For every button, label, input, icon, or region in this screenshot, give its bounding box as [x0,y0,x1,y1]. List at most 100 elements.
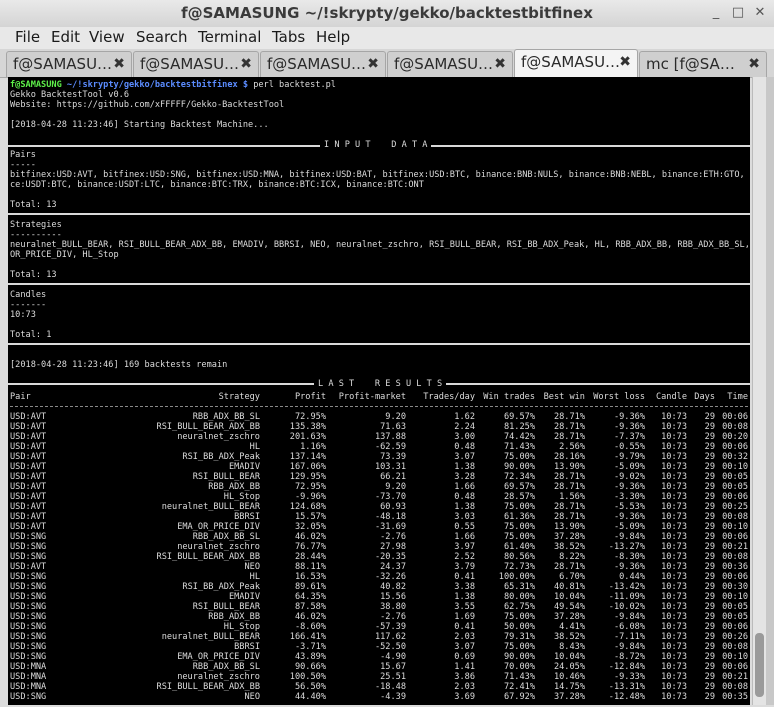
menu-search[interactable]: Search [136,28,188,46]
cell: 81.25% [503,422,535,432]
cell: 75.00% [503,612,535,622]
cell: 37.28% [553,612,585,622]
cell: EMADIV [228,462,260,472]
cell: -32.26 [374,572,406,582]
cell: -4.39 [380,692,406,702]
scrollbar-thumb[interactable] [755,633,764,697]
cell: 10:73 [661,672,687,682]
prompt-line: f@SAMASUNG ~/!skrypty/gekko/backtestbitf… [10,80,336,90]
cell: neuralnet_zschro [177,432,260,442]
output-line: ce:USDT:BTC, binance:USDT:LTC, binance:B… [10,180,424,190]
cell: -7.11% [613,632,645,642]
cell: -8.72% [613,652,645,662]
maximize-button[interactable]: □ [730,5,746,21]
cell: -9.96% [294,492,326,502]
menu-file[interactable]: File [15,28,40,46]
tab-close-icon[interactable]: ✖ [748,56,760,72]
cell: 10:73 [661,502,687,512]
cell: 15.67 [380,662,406,672]
table-row: USD:MNA RBB_ADX_BB_SL 90.66% 15.67 1.41 70.00… [10,662,748,672]
terminal-scrollbar[interactable] [752,77,767,705]
tab-4[interactable]: f@SAMASU… ✖ [387,51,513,77]
cell: 10:73 [661,552,687,562]
cell: 2.56% [559,442,585,452]
menu-help[interactable]: Help [316,28,350,46]
table-row: USD:SNG EMA_OR_PRICE_DIV 43.89% -4.90 0.69 90… [10,652,748,662]
cell: 10:73 [661,542,687,552]
cell: 3.69 [454,692,475,702]
cell: 28.71% [553,482,585,492]
terminal-output[interactable]: f@SAMASUNG ~/!skrypty/gekko/backtestbitf… [8,77,750,705]
cell: 00:08 [722,642,748,652]
table-row: USD:AVT neuralnet_zschro 201.63% 137.88 3.00… [10,432,748,442]
cell: 37.28% [553,532,585,542]
cell: USD:SNG [10,552,47,562]
cell: 10:73 [661,432,687,442]
cell: EMADIV [228,592,260,602]
cell: 00:06 [722,492,748,502]
menu-terminal[interactable]: Terminal [198,28,261,46]
output-line: bitfinex:USD:AVT, bitfinex:USD:SNG, bitf… [10,170,750,180]
cell: 38.52% [553,542,585,552]
tab-2[interactable]: f@SAMASU… ✖ [133,51,259,77]
table-row: USD:SNG EMADIV 64.35% 15.56 1.38 80.00% 10.04%… [10,592,748,602]
tab-close-icon[interactable]: ✖ [494,56,506,72]
cell: USD:MNA [10,672,47,682]
cell: 103.31 [374,462,406,472]
cell: 13.90% [553,462,585,472]
cell: 10:73 [661,612,687,622]
output-line: ----- [10,160,36,170]
menu-edit[interactable]: Edit [51,28,80,46]
cell: USD:AVT [10,442,47,452]
cell: Worst loss [593,392,645,402]
cell: 10:73 [661,572,687,582]
cell: -2.76 [380,532,406,542]
cell: 1.66 [454,532,475,542]
cell: 29 [704,542,715,552]
cell: 10:73 [661,482,687,492]
output-line: neuralnet_BULL_BEAR, RSI_BULL_BEAR_ADX_B… [10,240,750,250]
table-row: USD:SNG HL 16.53% -32.26 0.41 100.00% 6.70% 0.4… [10,572,748,582]
tab-close-icon[interactable]: ✖ [367,56,379,72]
tab-3[interactable]: f@SAMASU… ✖ [260,51,386,77]
table-row: USD:AVT RBB_ADX_BB_SL 72.95% 9.20 1.62 69.57%… [10,412,748,422]
close-button[interactable]: ✕ [752,5,768,21]
menu-tabs[interactable]: Tabs [272,28,305,46]
cell: USD:MNA [10,662,47,672]
section-title-input-data: I N P U T D A T A [320,140,432,150]
tab-6[interactable]: mc [f@SA… ✖ [639,51,767,77]
table-row: USD:SNG NEO 44.40% -4.39 3.69 67.92% 37.28% -12… [10,692,748,702]
cell: 72.41% [503,682,535,692]
tab-close-icon[interactable]: ✖ [619,54,631,70]
cell: 10:73 [661,452,687,462]
cell: USD:SNG [10,692,47,702]
tab-close-icon[interactable]: ✖ [113,56,125,72]
cell: 1.62 [454,412,475,422]
prompt-command: perl backtest.pl [248,80,336,90]
cell: 2.24 [454,422,475,432]
minimize-button[interactable]: _ [708,5,724,21]
cell: USD:SNG [10,532,47,542]
cell: 10:73 [661,522,687,532]
tab-close-icon[interactable]: ✖ [240,56,252,72]
cell: Best win [543,392,585,402]
cell: 29 [704,612,715,622]
cell: USD:AVT [10,512,47,522]
table-row: USD:SNG BBRSI -3.71% -52.50 3.07 75.00% 8.43% -… [10,642,748,652]
cell: 14.75% [553,682,585,692]
window-titlebar[interactable]: f@SAMASUNG ~/!skrypty/gekko/backtestbitf… [0,0,774,28]
cell: Win trades [483,392,535,402]
tab-5-active[interactable]: f@SAMASU… ✖ [514,49,638,78]
cell: 90.66% [294,662,326,672]
cell: 27.98 [380,542,406,552]
cell: -13.27% [608,542,645,552]
cell: 32.05% [294,522,326,532]
tab-1[interactable]: f@SAMASU… ✖ [6,51,132,77]
cell: -13.42% [608,582,645,592]
cell: 29 [704,472,715,482]
cell: 64.35% [294,592,326,602]
cell: Candle [655,392,687,402]
prompt-user: f@SAMASUNG [10,80,62,90]
table-row: USD:AVT EMA_OR_PRICE_DIV 32.05% -31.69 0.55 7… [10,522,748,532]
menu-view[interactable]: View [89,28,125,46]
